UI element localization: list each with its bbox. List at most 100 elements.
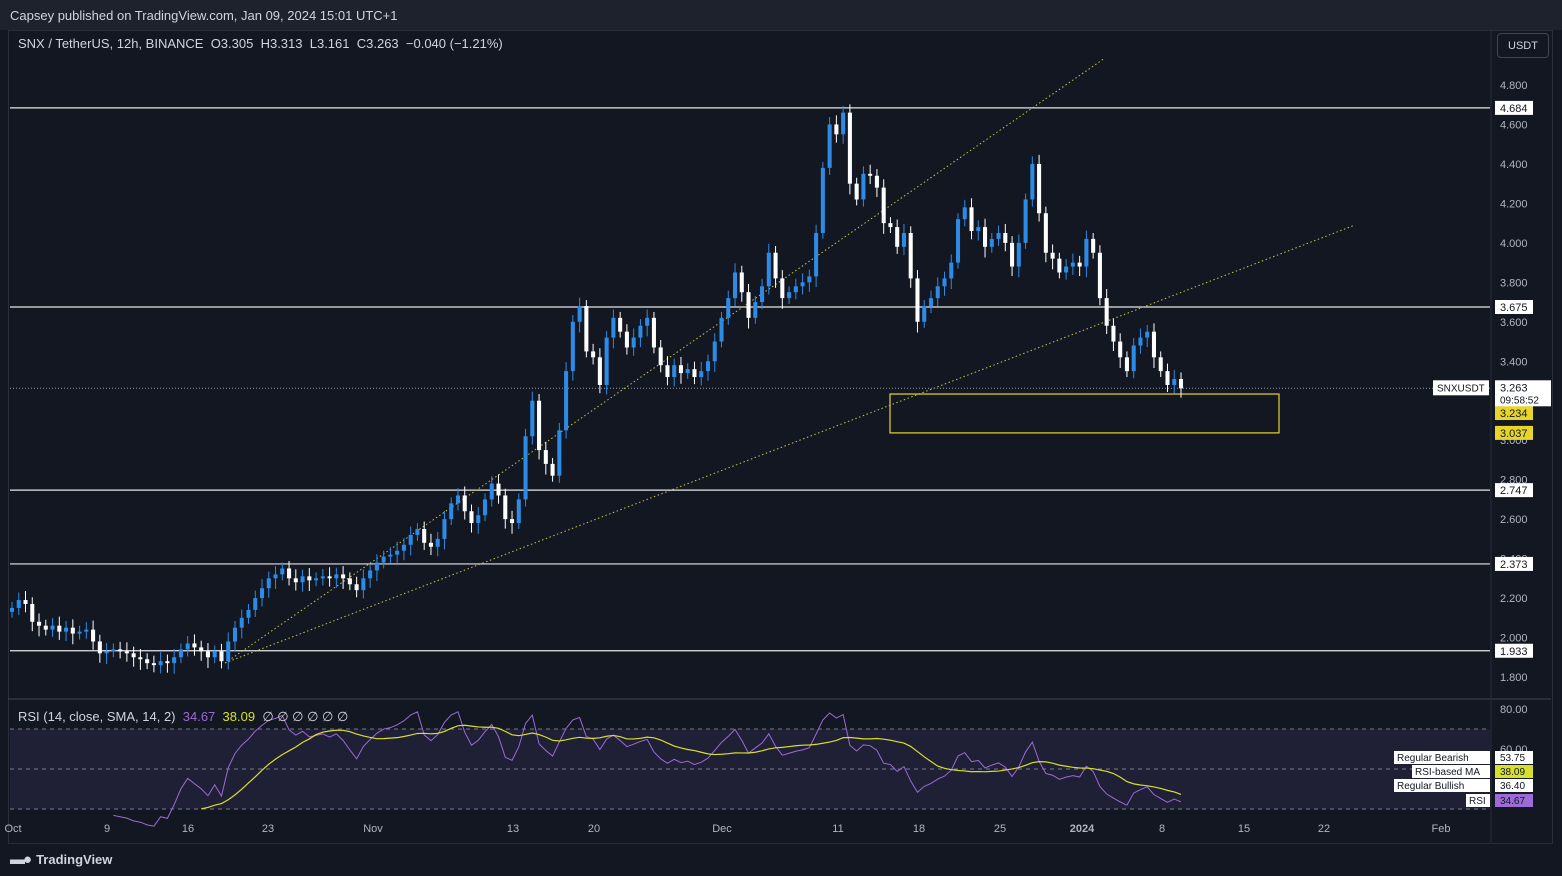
candle-body bbox=[719, 317, 724, 342]
candle-body bbox=[422, 529, 427, 543]
candle-body bbox=[611, 317, 616, 338]
symbol-title[interactable]: SNX / TetherUS, 12h, BINANCE bbox=[18, 36, 203, 51]
footer-brand: TradingView bbox=[36, 852, 113, 867]
time-axis: Oct 9 16 23 Nov 13 20 Dec 11 18 25 2024 8 15 22 Feb bbox=[4, 823, 1450, 835]
candle-body bbox=[753, 302, 758, 318]
x-tick-label: Dec bbox=[712, 823, 732, 835]
candle-body bbox=[314, 578, 319, 581]
candle-body bbox=[1091, 238, 1096, 253]
y-tick-label: 2.000 bbox=[1500, 633, 1528, 645]
y-tick-label: 4.000 bbox=[1500, 238, 1528, 250]
candle-body bbox=[915, 278, 920, 322]
trendlines bbox=[224, 57, 1356, 664]
candle-body bbox=[800, 282, 805, 287]
candle-body bbox=[996, 233, 1001, 239]
candle-body bbox=[341, 574, 346, 579]
candle-body bbox=[1043, 213, 1048, 253]
high-value: H3.313 bbox=[260, 36, 303, 51]
candle-body bbox=[145, 659, 150, 664]
rsi-extras: ∅ ∅ ∅ ∅ ∅ ∅ bbox=[262, 709, 349, 724]
candle-body bbox=[320, 576, 325, 579]
candle-body bbox=[361, 578, 366, 591]
candle-body bbox=[178, 649, 183, 658]
candle-body bbox=[678, 365, 683, 374]
candle-body bbox=[1111, 325, 1116, 342]
candle-body bbox=[651, 317, 656, 348]
level-tag-label: 2.373 bbox=[1500, 559, 1528, 571]
candle-body bbox=[618, 317, 623, 332]
candle-body bbox=[408, 534, 413, 545]
candle-body bbox=[131, 653, 136, 658]
candle-body bbox=[1178, 379, 1184, 389]
price-axis: 4.800 4.600 4.400 4.200 4.000 3.800 3.600 3.400… bbox=[1433, 80, 1551, 684]
candle-body bbox=[1057, 258, 1062, 273]
symbol-tag-label: SNXUSDT bbox=[1437, 383, 1485, 394]
candle-body bbox=[138, 657, 143, 660]
candle-body bbox=[266, 578, 271, 589]
x-tick-label: 9 bbox=[104, 823, 110, 835]
candle-body bbox=[955, 219, 961, 263]
candle-body bbox=[942, 278, 947, 287]
rsi-label-name: RSI-based MA bbox=[1415, 767, 1480, 778]
candle-body bbox=[496, 483, 501, 496]
symbol-legend: SNX / TetherUS, 12h, BINANCE O3.305 H3.3… bbox=[18, 36, 503, 51]
candle-body bbox=[300, 576, 305, 583]
candle-body bbox=[557, 430, 562, 476]
candle-body bbox=[449, 503, 454, 520]
candle-body bbox=[895, 227, 900, 247]
candle-body bbox=[1172, 379, 1177, 385]
candle-body bbox=[807, 276, 812, 283]
candle-body bbox=[97, 641, 102, 654]
tradingview-logo-icon: ▬● bbox=[10, 851, 32, 868]
x-tick-label: Feb bbox=[1432, 823, 1451, 835]
rsi-legend: RSI (14, close, SMA, 14, 2) 34.67 38.09 … bbox=[18, 709, 348, 725]
candle-body bbox=[976, 227, 981, 232]
current-price-value: 3.263 bbox=[1500, 382, 1528, 394]
candle-body bbox=[881, 187, 886, 224]
candle-body bbox=[1118, 341, 1123, 358]
candle-body bbox=[435, 538, 440, 547]
x-tick-label: 2024 bbox=[1070, 823, 1095, 835]
y-tick-label: 3.800 bbox=[1500, 277, 1528, 289]
candle-body bbox=[118, 649, 123, 652]
candle-body bbox=[70, 627, 75, 634]
candle-body bbox=[591, 351, 596, 358]
level-tag-label: 2.747 bbox=[1500, 485, 1528, 497]
x-tick-label: 8 bbox=[1159, 823, 1165, 835]
x-tick-label: 13 bbox=[507, 823, 519, 835]
candle-body bbox=[638, 325, 643, 338]
candle-body bbox=[523, 436, 528, 500]
x-tick-label: 23 bbox=[262, 823, 274, 835]
candle-body bbox=[23, 600, 28, 604]
candle-body bbox=[192, 643, 197, 648]
x-tick-label: Nov bbox=[363, 823, 383, 835]
rsi-label-value: 38.09 bbox=[1500, 767, 1525, 778]
x-tick-label: 11 bbox=[832, 823, 843, 835]
candle-body bbox=[631, 337, 636, 348]
candle-body bbox=[1050, 252, 1055, 259]
change-value: −0.040 (−1.21%) bbox=[405, 36, 503, 51]
horizontal-levels bbox=[10, 107, 1490, 652]
candle-body bbox=[43, 625, 48, 630]
candle-body bbox=[469, 511, 474, 524]
currency-button[interactable]: USDT bbox=[1497, 33, 1549, 58]
candle-body bbox=[814, 233, 819, 277]
candle-body bbox=[888, 223, 893, 228]
rsi-value: 34.67 bbox=[182, 709, 216, 724]
candle-body bbox=[672, 365, 677, 378]
candle-body bbox=[1165, 371, 1170, 385]
candle-body bbox=[989, 238, 994, 247]
candle-body bbox=[415, 529, 420, 535]
candle-body bbox=[401, 544, 406, 551]
candle-body bbox=[543, 450, 548, 464]
price-chart[interactable]: 80.0060.00Regular Bearish 53.75RSI-based … bbox=[0, 0, 1562, 876]
candle-body bbox=[199, 647, 204, 652]
rsi-label[interactable]: RSI (14, close, SMA, 14, 2) bbox=[18, 709, 176, 724]
candle-body bbox=[104, 651, 109, 654]
candle-body bbox=[158, 661, 163, 666]
candle-body bbox=[787, 292, 792, 299]
candle-body bbox=[1077, 262, 1082, 267]
rsi-label-name: RSI bbox=[1469, 796, 1486, 807]
candle-body bbox=[273, 574, 278, 579]
candle-body bbox=[476, 515, 481, 524]
